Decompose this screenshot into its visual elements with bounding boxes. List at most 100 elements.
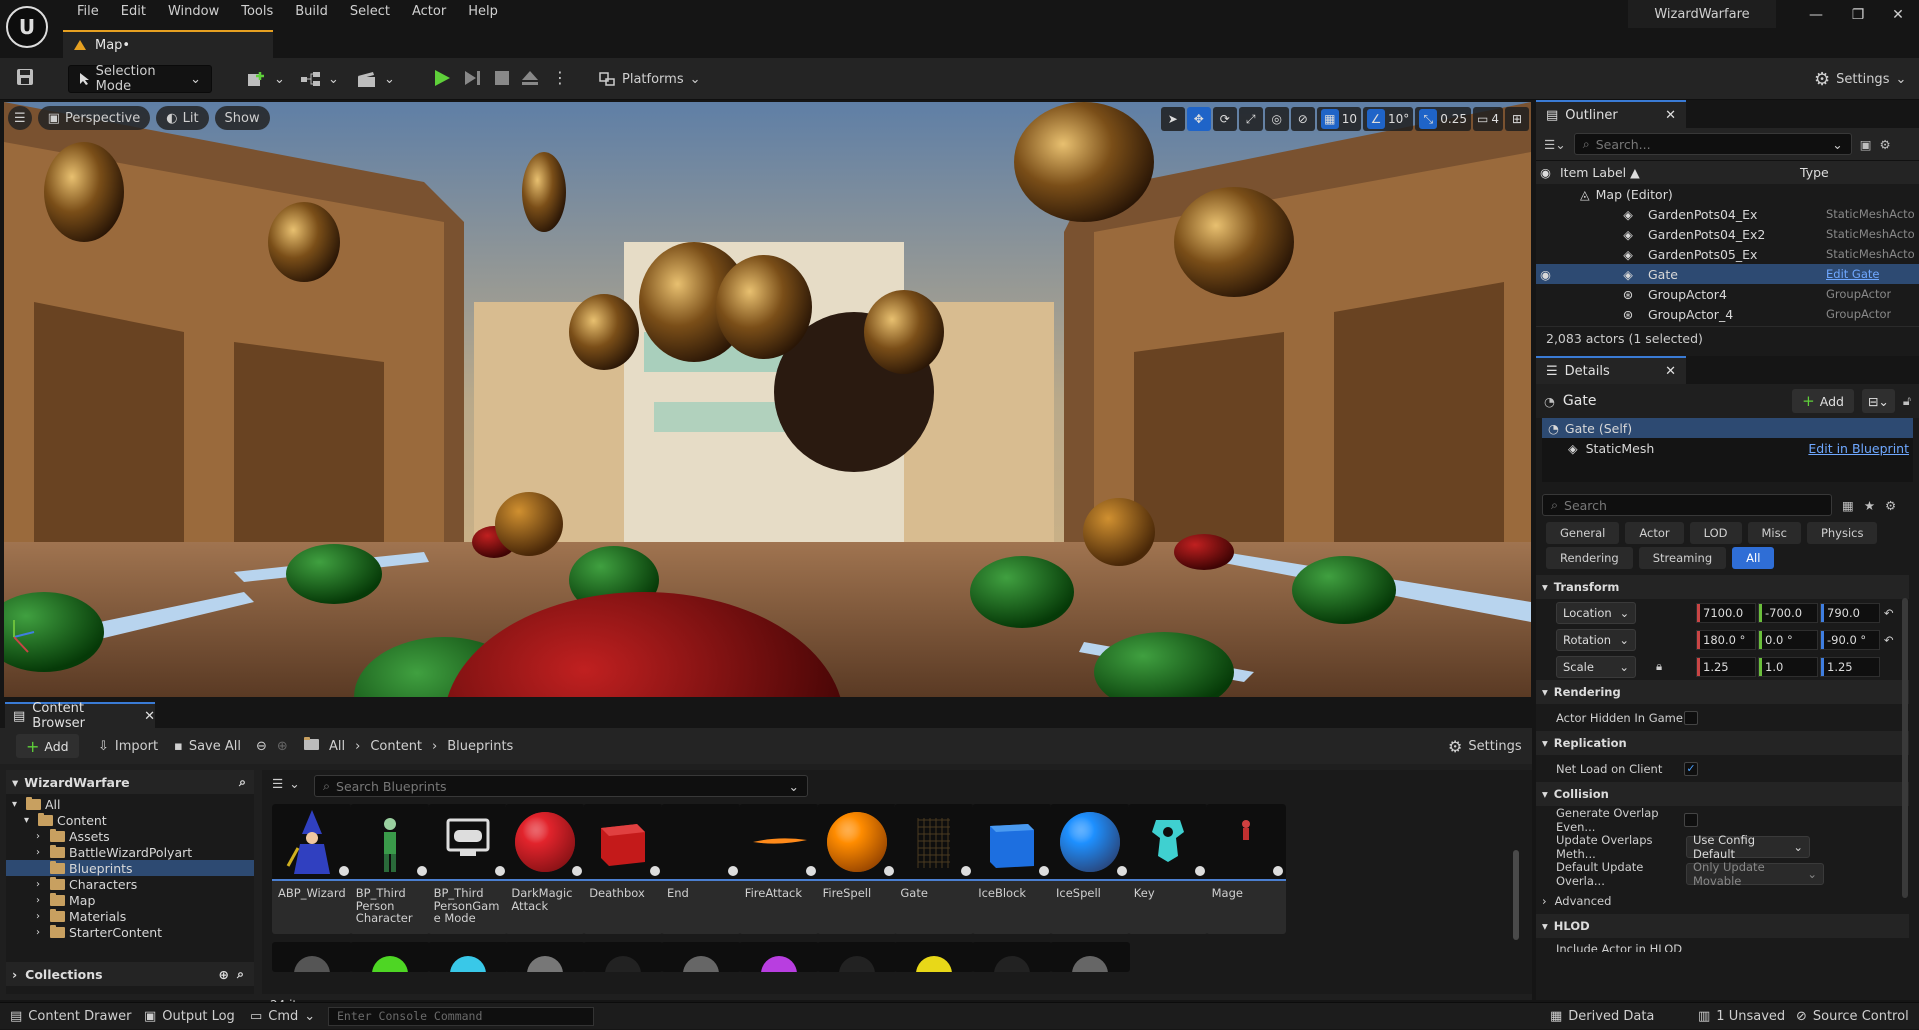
expand-arrow-icon[interactable]: › (36, 847, 46, 858)
viewport-menu-icon[interactable]: ☰ (8, 106, 32, 130)
restore-button[interactable]: ❐ (1838, 2, 1878, 28)
save-icon[interactable] (16, 68, 34, 86)
gear-icon[interactable]: ⚙ (1885, 498, 1896, 513)
asset-tile[interactable]: ABP_Wizard (272, 804, 352, 934)
location-dropdown[interactable]: Location ⌄ (1556, 601, 1636, 624)
asset-tile[interactable]: BP_Third PersonGame Mode (427, 804, 508, 934)
cmd-dropdown[interactable]: ▭ Cmd ⌄ (250, 1003, 315, 1030)
component-staticmesh-row[interactable]: ◈ StaticMesh Edit in Blueprint (1542, 438, 1913, 458)
more-options-icon[interactable]: ⋮ (552, 68, 568, 87)
menu-edit[interactable]: Edit (110, 2, 157, 22)
visibility-eye-icon[interactable]: ◉ (1536, 165, 1560, 180)
settings-button[interactable]: ⚙ Settings ⌄ (1814, 65, 1906, 93)
outliner-search-input[interactable]: ⌕ Search... ⌄ (1573, 133, 1852, 155)
tree-item-map[interactable]: › Map (6, 892, 254, 908)
close-icon[interactable]: ✕ (1665, 364, 1676, 379)
column-item-label[interactable]: Item Label ▲ (1560, 165, 1800, 180)
column-type[interactable]: Type (1800, 165, 1829, 180)
close-window-button[interactable]: ✕ (1878, 2, 1918, 28)
actor-hidden-checkbox[interactable] (1684, 710, 1698, 725)
unsaved-button[interactable]: ▥ 1 Unsaved (1698, 1003, 1785, 1030)
gear-icon[interactable]: ⚙ (1880, 137, 1891, 152)
world-space-icon[interactable]: ◎ (1264, 107, 1289, 131)
scale-y-field[interactable]: 1.0 (1758, 656, 1818, 677)
add-button[interactable]: + Add (16, 734, 79, 758)
tree-item-all[interactable]: ▾ All (6, 796, 254, 812)
asset-tile[interactable]: FireSpell (816, 804, 897, 934)
outliner-root-row[interactable]: ◬ Map (Editor) (1536, 184, 1919, 204)
asset-tile[interactable] (972, 942, 1053, 972)
breadcrumb-blueprints[interactable]: Blueprints (447, 739, 513, 754)
menu-tools[interactable]: Tools (230, 2, 284, 22)
asset-tile[interactable] (661, 942, 741, 972)
category-physics[interactable]: Physics (1806, 522, 1878, 544)
section-rendering[interactable]: ▾ Rendering (1536, 680, 1909, 704)
add-collection-icon[interactable]: ⊕ (219, 967, 229, 982)
collapse-arrow-icon[interactable]: ▾ (24, 815, 34, 826)
advanced-row[interactable]: › Advanced (1536, 887, 1909, 914)
location-z-field[interactable]: 790.0 (1820, 602, 1880, 623)
surface-snap-icon[interactable]: ⊘ (1290, 107, 1315, 131)
tree-header[interactable]: ▾ WizardWarfare ⌕ (6, 770, 254, 794)
asset-tile[interactable]: DarkMagic Attack (505, 804, 586, 934)
rotate-snap-toggle[interactable]: ∠ 10° (1363, 107, 1414, 131)
asset-tile[interactable] (272, 942, 352, 972)
section-collision[interactable]: ▾ Collision (1536, 782, 1909, 806)
minimize-button[interactable]: — (1796, 2, 1836, 28)
section-hlod[interactable]: ▾ HLOD (1536, 914, 1909, 938)
location-x-field[interactable]: 7100.0 (1696, 602, 1756, 623)
component-self-row[interactable]: ◔ Gate (Self) (1542, 418, 1913, 438)
asset-tile[interactable] (1050, 942, 1130, 972)
rotation-x-field[interactable]: 180.0 ° (1696, 629, 1756, 650)
outliner-row[interactable]: ◉ ◈ Gate Edit Gate (1536, 264, 1919, 284)
category-misc[interactable]: Misc (1747, 522, 1801, 544)
scale-x-field[interactable]: 1.25 (1696, 656, 1756, 677)
blueprint-options-button[interactable]: ⊟⌄ (1861, 389, 1895, 413)
expand-arrow-icon[interactable]: › (36, 895, 46, 906)
outliner-row-type[interactable]: Edit Gate (1826, 267, 1879, 281)
asset-tile[interactable] (816, 942, 897, 972)
lit-button[interactable]: ◐ Lit (156, 106, 209, 130)
console-input[interactable]: Enter Console Command (328, 1007, 594, 1026)
scale-z-field[interactable]: 1.25 (1820, 656, 1880, 677)
menu-actor[interactable]: Actor (401, 2, 457, 22)
rotation-z-field[interactable]: -90.0 ° (1820, 629, 1880, 650)
source-control-button[interactable]: ⊘ Source Control (1796, 1003, 1909, 1030)
rotation-dropdown[interactable]: Rotation ⌄ (1556, 628, 1636, 651)
outliner-row[interactable]: ⊛ GroupActor4 GroupActor (1536, 284, 1919, 304)
category-rendering[interactable]: Rendering (1546, 547, 1633, 569)
tree-item-characters[interactable]: › Characters (6, 876, 254, 892)
collections-header[interactable]: › Collections ⊕ ⌕ (6, 962, 254, 986)
scale-snap-toggle[interactable]: ⤡ 0.25 (1415, 107, 1472, 131)
viewport-layout-icon[interactable]: ⊞ (1505, 107, 1529, 131)
asset-tile[interactable]: FireAttack (738, 804, 819, 934)
tab-outliner[interactable]: ▤ Outliner ✕ (1536, 100, 1686, 128)
scale-tool-icon[interactable]: ⤢ (1238, 107, 1263, 131)
update-overlaps-dropdown[interactable]: Use Config Default ⌄ (1686, 833, 1810, 861)
show-button[interactable]: Show (214, 106, 270, 130)
eject-icon[interactable] (520, 68, 540, 88)
outliner-row[interactable]: ◈ GardenPots04_Ex StaticMeshActo (1536, 204, 1919, 224)
asset-tile[interactable]: IceSpell (1050, 804, 1130, 934)
asset-tile[interactable] (583, 942, 664, 972)
scale-dropdown[interactable]: Scale ⌄ (1556, 655, 1636, 678)
filter-button[interactable]: ☰ ⌄ (272, 776, 300, 791)
cb-settings-button[interactable]: ⚙ Settings (1448, 732, 1522, 760)
rotate-tool-icon[interactable]: ⟳ (1212, 107, 1237, 131)
filter-icon[interactable]: ☰⌄ (1544, 137, 1566, 152)
expand-arrow-icon[interactable]: › (36, 927, 46, 938)
select-tool-icon[interactable]: ➤ (1160, 107, 1185, 131)
expand-arrow-icon[interactable]: › (36, 879, 46, 890)
asset-tile[interactable]: Key (1127, 804, 1208, 934)
lock-icon[interactable]: 🔒︎ (1656, 659, 1662, 674)
asset-tile[interactable]: Mage (1205, 804, 1286, 934)
details-scrollbar[interactable] (1902, 598, 1908, 898)
star-icon[interactable]: ★ (1864, 498, 1875, 513)
category-actor[interactable]: Actor (1625, 522, 1684, 544)
table-view-icon[interactable]: ▦ (1842, 498, 1854, 513)
close-icon[interactable]: ✕ (1665, 108, 1676, 123)
output-log-button[interactable]: ▣ Output Log (144, 1003, 235, 1030)
outliner-row[interactable]: ⊛ GroupActor_4 GroupActor (1536, 304, 1919, 324)
tree-item-blueprints[interactable]: Blueprints (6, 860, 254, 876)
lock-icon[interactable]: 🔓︎ (1903, 393, 1911, 409)
